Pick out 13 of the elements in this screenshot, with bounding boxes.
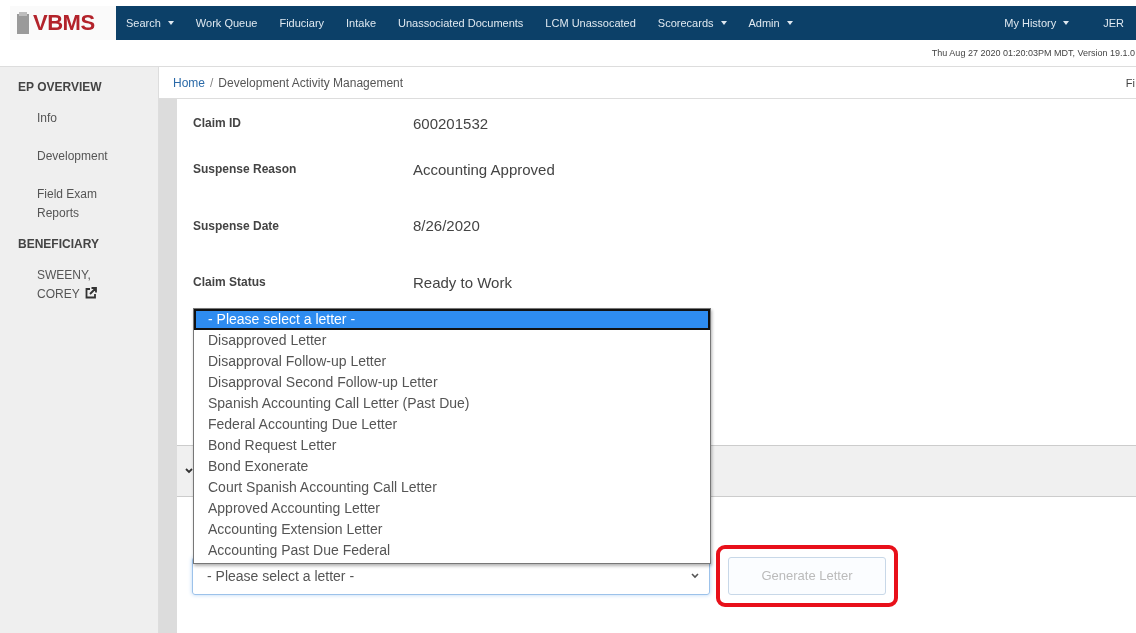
field-value: Ready to Work bbox=[413, 273, 512, 291]
field-label: Claim Status bbox=[193, 275, 267, 290]
breadcrumb-separator: / bbox=[210, 75, 214, 90]
field-label: Claim ID bbox=[193, 116, 242, 130]
timestamp: Thu Aug 27 2020 01:20:03PM MDT, Version 19.1.0 bbox=[931, 48, 1135, 58]
field-value: 8/26/2020 bbox=[413, 217, 480, 235]
header-text: Fi bbox=[1125, 76, 1135, 89]
sidebar-heading: EP OVERVIEW bbox=[17, 79, 103, 96]
field-label: Suspense Date bbox=[193, 218, 281, 233]
field-label: Suspense Reason bbox=[193, 162, 298, 177]
sidebar-heading: BENEFICIARY bbox=[17, 236, 100, 253]
field-value: 600201532 bbox=[413, 114, 489, 132]
field-value: Accounting Approved bbox=[413, 160, 555, 178]
